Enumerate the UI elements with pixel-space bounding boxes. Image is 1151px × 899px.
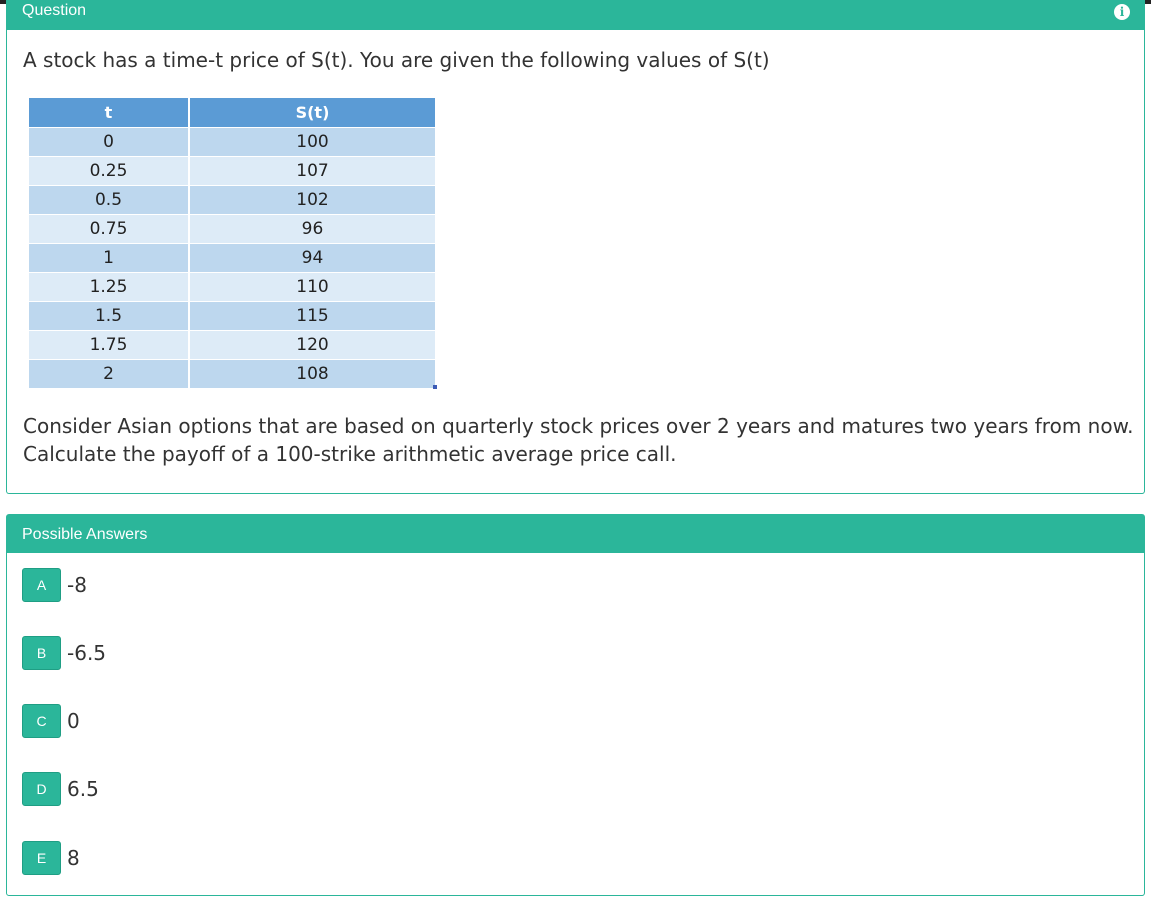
question-intro: A stock has a time-t price of S(t). You … (23, 48, 770, 72)
stock-price-table: t S(t) 0 100 0.25 107 0.5 102 0.75 96 1 (29, 98, 435, 389)
question-body-line2: Calculate the payoff of a 100-strike ari… (23, 442, 677, 466)
info-icon[interactable]: i (1114, 4, 1130, 20)
question-panel: Question i A stock has a time-t price of… (6, 0, 1145, 494)
answer-letter-badge[interactable]: D (22, 772, 61, 806)
answer-letter-badge[interactable]: C (22, 704, 61, 738)
table-row: 0 100 (29, 127, 435, 157)
cell-t: 0 (29, 127, 190, 157)
cell-t: 1.25 (29, 272, 190, 302)
table-header-t: t (29, 98, 190, 128)
cell-st: 108 (189, 359, 435, 389)
answers-panel-heading: Possible Answers (7, 515, 1144, 553)
answer-letter-badge[interactable]: B (22, 636, 61, 670)
answer-value: -6.5 (67, 641, 107, 665)
cell-t: 0.25 (29, 156, 190, 186)
table-row: 1.75 120 (29, 330, 435, 360)
cell-st: 115 (189, 301, 435, 331)
answer-option-b[interactable]: B -6.5 (22, 636, 106, 670)
cell-st: 120 (189, 330, 435, 360)
answer-value: 6.5 (67, 777, 99, 801)
table-header-st: S(t) (189, 98, 435, 128)
answer-value: -8 (67, 573, 87, 597)
cell-t: 2 (29, 359, 190, 389)
cell-st: 100 (189, 127, 435, 157)
answer-option-a[interactable]: A -8 (22, 568, 87, 602)
answer-letter-badge[interactable]: E (22, 841, 61, 875)
cell-st: 107 (189, 156, 435, 186)
cell-st: 94 (189, 243, 435, 273)
cell-t: 0.5 (29, 185, 190, 215)
table-header-row: t S(t) (29, 98, 435, 128)
cell-st: 96 (189, 214, 435, 244)
table-row: 0.5 102 (29, 185, 435, 215)
table-row: 2 108 (29, 359, 435, 389)
cell-t: 1.5 (29, 301, 190, 331)
table-row: 0.25 107 (29, 156, 435, 186)
table-row: 1.25 110 (29, 272, 435, 302)
table-resize-handle[interactable] (433, 385, 437, 389)
cell-st: 102 (189, 185, 435, 215)
cell-st: 110 (189, 272, 435, 302)
answer-option-e[interactable]: E 8 (22, 841, 80, 875)
cell-t: 0.75 (29, 214, 190, 244)
answer-letter-badge[interactable]: A (22, 568, 61, 602)
table-row: 1 94 (29, 243, 435, 273)
cell-t: 1.75 (29, 330, 190, 360)
answer-value: 8 (67, 846, 80, 870)
table-row: 1.5 115 (29, 301, 435, 331)
answer-option-c[interactable]: C 0 (22, 704, 80, 738)
question-body-line1: Consider Asian options that are based on… (23, 414, 1134, 438)
answers-heading: Possible Answers (22, 526, 148, 543)
answer-value: 0 (67, 709, 80, 733)
question-heading: Question (22, 2, 87, 19)
question-panel-heading: Question i (7, 0, 1144, 30)
answers-panel: Possible Answers A -8 B -6.5 C 0 D 6.5 E… (6, 514, 1145, 896)
table-row: 0.75 96 (29, 214, 435, 244)
cell-t: 1 (29, 243, 190, 273)
answer-option-d[interactable]: D 6.5 (22, 772, 99, 806)
